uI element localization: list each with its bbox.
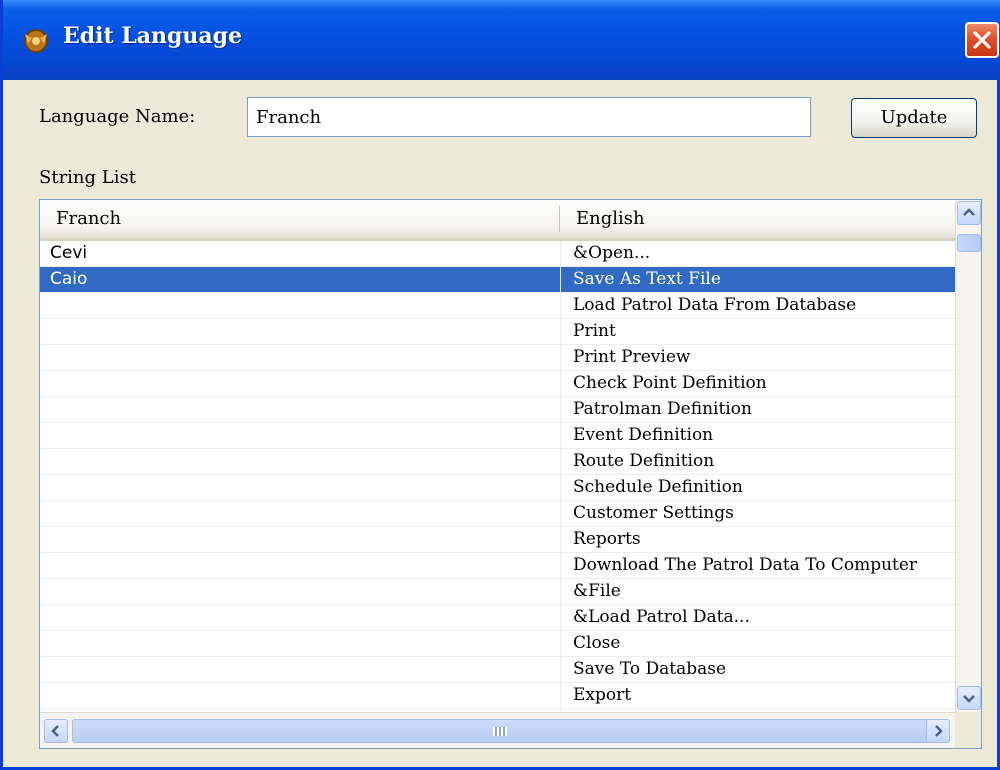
translated-cell[interactable] xyxy=(40,527,560,552)
translated-cell[interactable]: Caio xyxy=(40,267,560,292)
edit-language-dialog: Edit Language Language Name: Update Stri… xyxy=(0,0,1000,770)
horizontal-scroll-thumb[interactable] xyxy=(72,719,938,743)
translated-cell[interactable] xyxy=(40,423,560,448)
english-cell[interactable]: &File xyxy=(560,579,955,604)
column-header-translated[interactable]: Franch xyxy=(40,200,560,238)
english-cell[interactable]: Schedule Definition xyxy=(560,475,955,500)
table-row[interactable]: Customer Settings xyxy=(40,501,955,527)
table-row[interactable]: Export xyxy=(40,683,955,709)
update-button[interactable]: Update xyxy=(851,98,977,138)
english-cell[interactable]: Print xyxy=(560,319,955,344)
chevron-down-icon xyxy=(963,695,975,703)
english-cell[interactable]: Download The Patrol Data To Computer xyxy=(560,553,955,578)
english-cell[interactable]: Save As Text File xyxy=(560,267,955,292)
translated-cell[interactable] xyxy=(40,631,560,656)
english-cell[interactable]: Reports xyxy=(560,527,955,552)
translated-cell[interactable] xyxy=(40,501,560,526)
list-header: Franch English xyxy=(40,200,956,241)
window-title: Edit Language xyxy=(63,23,243,49)
translated-cell[interactable] xyxy=(40,553,560,578)
table-row[interactable]: Information xyxy=(40,709,955,711)
string-list-label: String List xyxy=(39,167,136,188)
table-row[interactable]: Cevi &Open... xyxy=(40,241,955,267)
horizontal-scrollbar[interactable] xyxy=(40,712,956,748)
list-rows: Cevi &Open... Caio Save As Text File Load Pa… xyxy=(40,241,955,711)
table-row[interactable]: Save To Database xyxy=(40,657,955,683)
english-cell[interactable]: Load Patrol Data From Database xyxy=(560,293,955,318)
vertical-scroll-thumb[interactable] xyxy=(957,234,981,252)
english-cell[interactable]: Print Preview xyxy=(560,345,955,370)
translated-cell[interactable]: Cevi xyxy=(40,241,560,266)
english-cell[interactable]: Export xyxy=(560,683,955,708)
chevron-right-icon xyxy=(935,725,943,737)
english-cell[interactable]: Patrolman Definition xyxy=(560,397,955,422)
app-icon xyxy=(24,29,48,53)
chevron-left-icon xyxy=(51,725,59,737)
translated-cell[interactable] xyxy=(40,475,560,500)
english-cell[interactable]: Check Point Definition xyxy=(560,371,955,396)
translated-cell[interactable] xyxy=(40,371,560,396)
table-row[interactable]: Route Definition xyxy=(40,449,955,475)
table-row[interactable]: Close xyxy=(40,631,955,657)
table-row[interactable]: Event Definition xyxy=(40,423,955,449)
table-row[interactable]: Schedule Definition xyxy=(40,475,955,501)
english-cell[interactable]: Route Definition xyxy=(560,449,955,474)
chevron-up-icon xyxy=(963,208,975,216)
language-name-input[interactable] xyxy=(247,97,811,137)
table-row[interactable]: Check Point Definition xyxy=(40,371,955,397)
table-row[interactable]: Print Preview xyxy=(40,345,955,371)
table-row[interactable]: Reports xyxy=(40,527,955,553)
table-row[interactable]: &File xyxy=(40,579,955,605)
grip-icon xyxy=(493,727,507,736)
english-cell[interactable]: Customer Settings xyxy=(560,501,955,526)
close-icon xyxy=(973,31,991,49)
close-button[interactable] xyxy=(965,22,999,58)
english-cell[interactable]: &Load Patrol Data... xyxy=(560,605,955,630)
table-row[interactable]: Patrolman Definition xyxy=(40,397,955,423)
title-bar[interactable]: Edit Language xyxy=(3,0,1000,80)
scroll-up-button[interactable] xyxy=(957,201,981,225)
scroll-right-button[interactable] xyxy=(926,719,950,743)
translated-cell[interactable] xyxy=(40,345,560,370)
translated-cell[interactable] xyxy=(40,449,560,474)
translated-cell[interactable] xyxy=(40,319,560,344)
english-cell[interactable]: Save To Database xyxy=(560,657,955,682)
string-list[interactable]: Franch English Cevi &Open... Caio Save As T… xyxy=(39,199,982,749)
english-cell[interactable]: &Open... xyxy=(560,241,955,266)
translated-cell[interactable] xyxy=(40,579,560,604)
translated-cell[interactable] xyxy=(40,683,560,708)
vertical-scrollbar[interactable] xyxy=(955,200,981,712)
table-row[interactable]: Load Patrol Data From Database xyxy=(40,293,955,319)
table-row[interactable]: Caio Save As Text File xyxy=(40,267,955,293)
translated-cell[interactable] xyxy=(40,293,560,318)
english-cell[interactable]: Information xyxy=(560,709,955,711)
table-row[interactable]: Download The Patrol Data To Computer xyxy=(40,553,955,579)
translated-cell[interactable] xyxy=(40,709,560,711)
language-name-label: Language Name: xyxy=(39,106,196,127)
translated-cell[interactable] xyxy=(40,657,560,682)
translated-cell[interactable] xyxy=(40,397,560,422)
scroll-down-button[interactable] xyxy=(957,686,981,710)
scroll-left-button[interactable] xyxy=(44,719,68,743)
column-header-english[interactable]: English xyxy=(560,200,955,238)
table-row[interactable]: &Load Patrol Data... xyxy=(40,605,955,631)
english-cell[interactable]: Close xyxy=(560,631,955,656)
translated-cell[interactable] xyxy=(40,605,560,630)
scrollbar-corner xyxy=(955,712,981,748)
english-cell[interactable]: Event Definition xyxy=(560,423,955,448)
table-row[interactable]: Print xyxy=(40,319,955,345)
